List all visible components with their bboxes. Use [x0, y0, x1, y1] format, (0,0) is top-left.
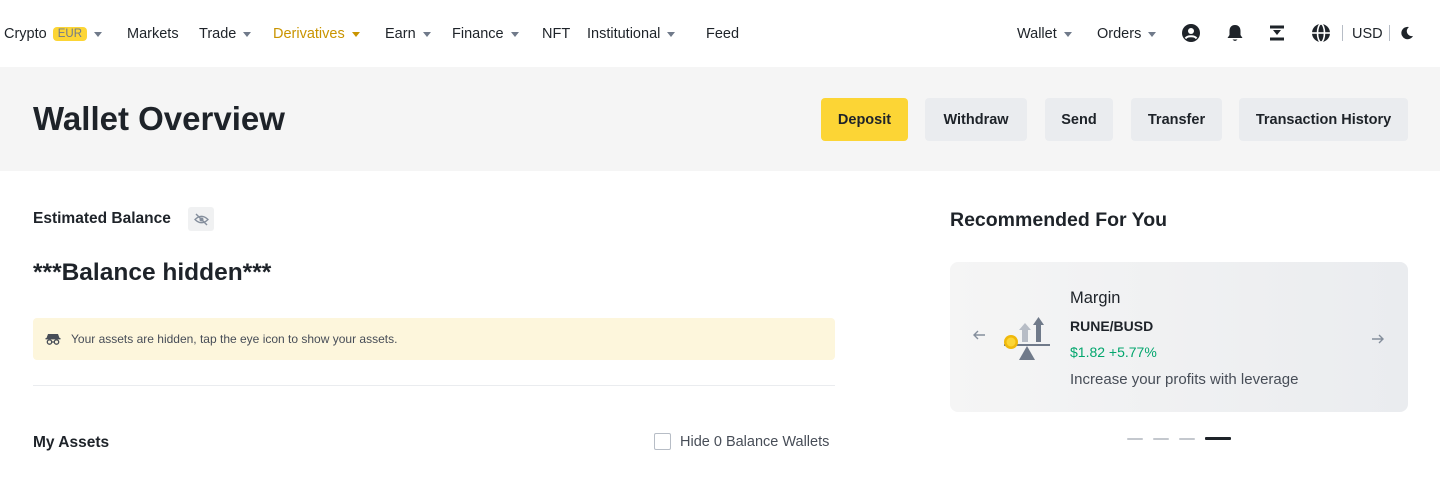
arrow-right-icon[interactable]: [1371, 331, 1385, 348]
currency-selector[interactable]: USD: [1352, 24, 1383, 44]
nav-feed[interactable]: Feed: [706, 24, 739, 44]
chevron-down-icon: [667, 31, 676, 37]
nav-derivatives-label: Derivatives: [273, 26, 345, 42]
chevron-down-icon: [510, 31, 519, 37]
carousel-dot-active[interactable]: [1205, 437, 1231, 440]
incognito-icon: [45, 333, 61, 345]
eye-slash-icon[interactable]: [188, 207, 214, 231]
transfer-button[interactable]: Transfer: [1131, 98, 1222, 141]
nav-wallet-label: Wallet: [1017, 26, 1057, 42]
chevron-down-icon: [94, 31, 102, 37]
nav-institutional-label: Institutional: [587, 26, 661, 42]
margin-scale-illustration: [1000, 314, 1054, 364]
chevron-down-icon: [243, 31, 252, 37]
recommendation-description: Increase your profits with leverage: [1070, 371, 1299, 388]
send-button[interactable]: Send: [1045, 98, 1113, 141]
recommendation-price: $1.82 +5.77%: [1070, 344, 1157, 360]
section-divider: [33, 385, 835, 386]
recommended-title: Recommended For You: [950, 209, 1168, 231]
user-icon[interactable]: [1180, 22, 1202, 44]
currency-label: USD: [1352, 26, 1383, 42]
nav-institutional[interactable]: Institutional: [587, 24, 676, 44]
transaction-history-button[interactable]: Transaction History: [1239, 98, 1408, 141]
top-navigation: Crypto EUR Markets Trade Derivatives Ear…: [0, 0, 1440, 67]
hidden-assets-notice: Your assets are hidden, tap the eye icon…: [33, 318, 835, 360]
nav-nft-label: NFT: [542, 26, 571, 42]
withdraw-button[interactable]: Withdraw: [925, 98, 1027, 141]
recommendation-pair: RUNE/BUSD: [1070, 318, 1154, 334]
nav-separator: [1389, 25, 1390, 41]
nav-wallet[interactable]: Wallet: [1017, 24, 1072, 44]
balance-value: ***Balance hidden***: [33, 259, 272, 286]
nav-orders[interactable]: Orders: [1097, 24, 1157, 44]
nav-trade-label: Trade: [199, 26, 237, 42]
chevron-down-icon: [351, 31, 360, 37]
nav-derivatives[interactable]: Derivatives: [273, 24, 360, 44]
hide-zero-label: Hide 0 Balance Wallets: [680, 433, 830, 450]
nav-orders-label: Orders: [1097, 26, 1142, 42]
nav-separator: [1342, 25, 1343, 41]
carousel-dot[interactable]: [1127, 438, 1143, 440]
chevron-down-icon: [1148, 31, 1157, 37]
recommendation-name: Margin: [1070, 289, 1121, 307]
nav-feed-label: Feed: [706, 26, 740, 42]
globe-icon[interactable]: [1310, 22, 1332, 44]
my-assets-title: My Assets: [33, 434, 110, 451]
hidden-assets-notice-text: Your assets are hidden, tap the eye icon…: [71, 332, 398, 346]
hide-zero-balance-toggle[interactable]: Hide 0 Balance Wallets: [654, 433, 829, 450]
chevron-down-icon: [422, 31, 431, 37]
download-icon[interactable]: [1266, 22, 1288, 44]
estimated-balance-label: Estimated Balance: [33, 210, 171, 227]
nav-finance[interactable]: Finance: [452, 24, 519, 44]
carousel-dot[interactable]: [1179, 438, 1195, 440]
bell-icon[interactable]: [1224, 22, 1246, 44]
nav-finance-label: Finance: [452, 26, 504, 42]
nav-crypto-label: Crypto: [4, 26, 47, 42]
nav-trade[interactable]: Trade: [199, 24, 252, 44]
nav-crypto[interactable]: Crypto EUR: [4, 24, 102, 44]
chevron-down-icon: [1063, 31, 1072, 37]
deposit-button[interactable]: Deposit: [821, 98, 908, 141]
hide-zero-checkbox[interactable]: [654, 433, 671, 450]
arrow-left-icon[interactable]: [972, 327, 986, 344]
currency-badge: EUR: [52, 27, 87, 41]
nav-earn-label: Earn: [385, 26, 416, 42]
moon-icon[interactable]: [1398, 22, 1416, 44]
page-title: Wallet Overview: [33, 100, 285, 137]
nav-earn[interactable]: Earn: [385, 24, 431, 44]
nav-nft[interactable]: NFT: [542, 24, 570, 44]
nav-markets[interactable]: Markets: [127, 24, 179, 44]
nav-markets-label: Markets: [127, 26, 179, 42]
carousel-dot[interactable]: [1153, 438, 1169, 440]
